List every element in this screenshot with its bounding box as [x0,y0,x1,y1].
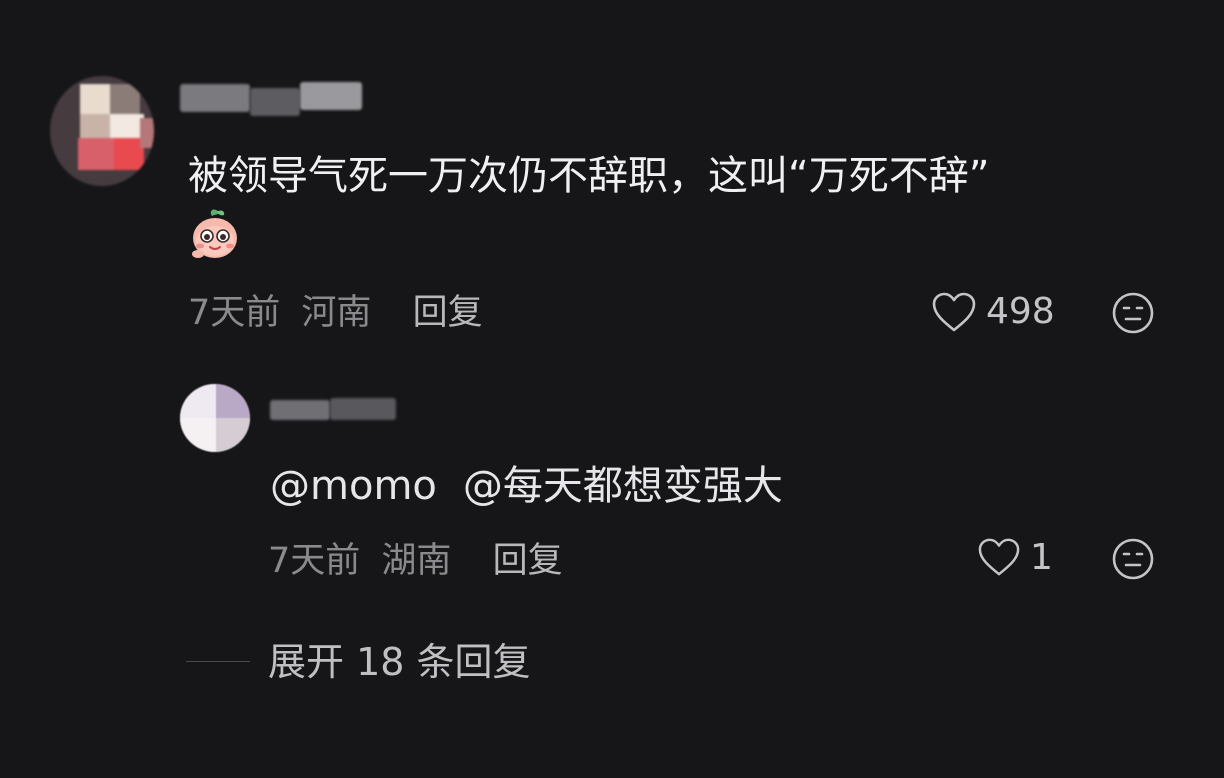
reply-text: @momo @每天都想变强大 [270,460,783,512]
reply-meta: 7天前 湖南 回复 [268,541,563,581]
like-button[interactable] [930,290,978,334]
comment-location: 河南 [301,293,372,333]
reply-location: 湖南 [381,541,452,581]
comment-text: 被领导气死一万次仍不辞职，这叫“万死不辞” [188,153,990,199]
reply-dislike-button[interactable] [1110,536,1156,582]
replier-avatar[interactable] [180,384,250,452]
dislike-button[interactable] [1110,290,1156,336]
comment-reply-button[interactable]: 回复 [413,293,483,333]
neutral-face-icon [1112,538,1154,580]
reply-like-count: 1 [1030,537,1053,578]
expand-divider [186,661,250,662]
commenter-username[interactable] [180,82,380,118]
heart-outline-icon [932,292,976,332]
reply-mention-momo[interactable]: @momo [270,463,437,509]
neutral-face-icon [1112,292,1154,334]
expand-replies-button[interactable]: 展开 18 条回复 [268,640,531,684]
replier-username[interactable] [270,396,400,426]
commenter-avatar[interactable] [50,76,154,186]
reply-reply-button[interactable]: 回复 [493,541,563,581]
reply-time: 7天前 [268,541,361,581]
like-count: 498 [986,291,1055,332]
heart-outline-icon [978,538,1020,576]
reply-mention-user[interactable]: @每天都想变强大 [463,463,783,509]
comment-meta: 7天前 河南 回复 [188,293,483,333]
reply-like-button[interactable] [976,536,1022,578]
peach-face-emoji [190,206,240,262]
comment-time: 7天前 [188,293,281,333]
